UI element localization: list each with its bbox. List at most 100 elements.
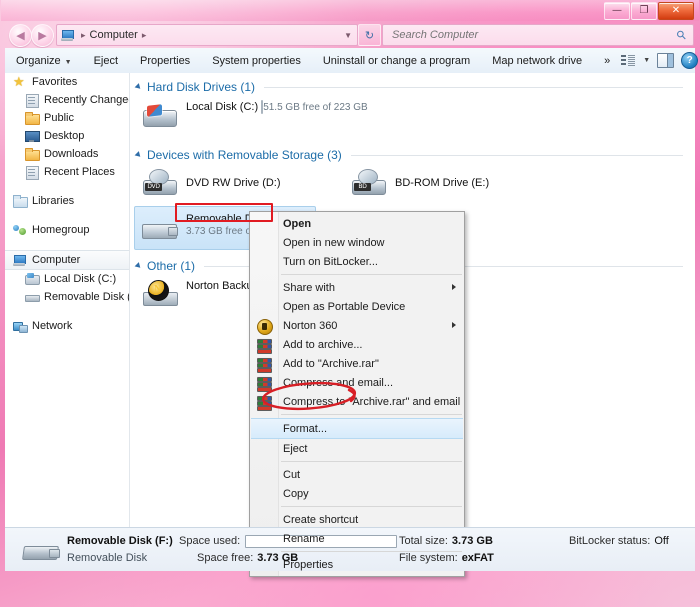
menu-item-label: Norton 360 bbox=[283, 319, 338, 332]
sidebar-item-homegroup[interactable]: Homegroup bbox=[5, 221, 129, 239]
harddisk-icon bbox=[140, 99, 180, 133]
sidebar-item-computer[interactable]: Computer bbox=[5, 250, 129, 270]
sidebar-item-recent-places[interactable]: Recent Places bbox=[5, 163, 129, 181]
sidebar-item-downloads[interactable]: Downloads bbox=[5, 145, 129, 163]
harddisk-icon bbox=[25, 272, 40, 286]
sidebar-item-label: Libraries bbox=[32, 195, 75, 207]
menu-item-cut[interactable]: Cut bbox=[250, 465, 464, 484]
preview-pane-icon[interactable] bbox=[657, 53, 675, 68]
menu-item-norton-360[interactable]: Norton 360 bbox=[250, 316, 464, 335]
menu-item-label: Copy bbox=[283, 487, 309, 500]
menu-item-add-to-archive-rar[interactable]: Add to "Archive.rar" bbox=[250, 354, 464, 373]
group-header-devices-with-removable-storage[interactable]: Devices with Removable Storage (3) bbox=[134, 148, 695, 162]
submenu-arrow-icon bbox=[452, 322, 456, 328]
winrar-icon bbox=[257, 338, 272, 352]
menu-item-eject[interactable]: Eject bbox=[250, 439, 464, 458]
sidebar-item-network[interactable]: Network bbox=[5, 317, 129, 335]
sidebar-item-libraries[interactable]: Libraries bbox=[5, 192, 129, 210]
chevron-down-icon[interactable]: ▼ bbox=[643, 57, 650, 64]
chevron-down-icon: ▼ bbox=[64, 58, 72, 66]
menu-item-share-with[interactable]: Share with bbox=[250, 278, 464, 297]
address-bar[interactable]: ▸ Computer ▸ ▼ bbox=[56, 24, 358, 46]
refresh-icon: ↻ bbox=[364, 29, 375, 42]
toolbar-eject[interactable]: Eject bbox=[84, 51, 128, 71]
menu-separator bbox=[281, 461, 462, 462]
menu-item-label: Share with bbox=[283, 281, 335, 294]
refresh-button[interactable]: ↻ bbox=[358, 24, 381, 46]
close-button[interactable]: ✕ bbox=[658, 2, 694, 20]
folder-icon bbox=[25, 111, 40, 125]
minimize-icon: — bbox=[612, 5, 622, 16]
menu-item-format[interactable]: Format... bbox=[251, 418, 463, 439]
back-button[interactable]: ◀ bbox=[9, 24, 32, 47]
usb-drive-icon bbox=[140, 211, 180, 245]
title-bar[interactable]: — ❐ ✕ bbox=[1, 0, 699, 21]
drive-info: DVD RW Drive (D:) bbox=[186, 167, 281, 197]
sidebar-item-removable-disk-f[interactable]: Removable Disk (F:) bbox=[5, 288, 129, 306]
sidebar-item-label: Homegroup bbox=[32, 224, 90, 236]
menu-item-add-to-archive[interactable]: Add to archive... bbox=[250, 335, 464, 354]
toolbar-uninstall-or-change-a-program[interactable]: Uninstall or change a program bbox=[313, 51, 480, 71]
computer-icon bbox=[13, 253, 27, 267]
sidebar-item-favorites[interactable]: ★ Favorites bbox=[5, 73, 129, 91]
maximize-icon: ❐ bbox=[639, 5, 649, 16]
menu-item-label: Properties bbox=[283, 558, 334, 571]
status-drive-identity: Removable Disk (F:) Removable Disk bbox=[67, 533, 179, 567]
toolbar-overflow-chevron[interactable]: » bbox=[594, 51, 620, 71]
change-view-icon[interactable] bbox=[621, 54, 636, 67]
homegroup-icon bbox=[13, 223, 27, 237]
drive-info: Local Disk (C:) 51.5 GB free of 223 GB bbox=[186, 99, 368, 114]
help-icon[interactable]: ? bbox=[681, 52, 699, 69]
menu-separator bbox=[281, 414, 462, 415]
collapse-arrow-icon[interactable] bbox=[134, 83, 143, 91]
sidebar-item-recently-changed[interactable]: Recently Changed bbox=[5, 91, 129, 109]
star-icon: ★ bbox=[13, 74, 25, 89]
sidebar-item-label: Downloads bbox=[44, 148, 99, 160]
collapse-arrow-icon[interactable] bbox=[134, 262, 143, 270]
drive-tile-bd-rom-e[interactable]: BD BD-ROM Drive (E:) bbox=[343, 162, 495, 206]
norton-icon bbox=[257, 319, 273, 335]
status-bitlocker-spacer bbox=[569, 550, 669, 567]
toolbar-properties[interactable]: Properties bbox=[130, 51, 200, 71]
menu-item-compress-and-email[interactable]: Compress and email... bbox=[250, 373, 464, 392]
search-input[interactable] bbox=[390, 28, 649, 42]
status-bitlocker-row: BitLocker status: Off bbox=[569, 533, 669, 550]
sidebar-item-public[interactable]: Public bbox=[5, 109, 129, 127]
dvd-drive-icon: DVD bbox=[140, 167, 180, 201]
menu-item-open-in-new-window[interactable]: Open in new window bbox=[250, 233, 464, 252]
menu-item-create-shortcut[interactable]: Create shortcut bbox=[250, 510, 464, 529]
sidebar-item-label: Recent Places bbox=[44, 166, 115, 178]
breadcrumb-separator-icon[interactable]: ▸ bbox=[138, 30, 151, 41]
menu-item-compress-to-archive-rar-and-email[interactable]: Compress to "Archive.rar" and email bbox=[250, 392, 464, 411]
menu-item-open-as-portable-device[interactable]: Open as Portable Device bbox=[250, 297, 464, 316]
minimize-button[interactable]: — bbox=[604, 2, 630, 20]
sidebar-item-desktop[interactable]: Desktop bbox=[5, 127, 129, 145]
navigation-pane: ★ Favorites Recently Changed Public Desk… bbox=[5, 73, 130, 527]
toolbar-system-properties[interactable]: System properties bbox=[202, 51, 311, 71]
forward-button[interactable]: ▶ bbox=[31, 24, 54, 47]
menu-item-label: Add to "Archive.rar" bbox=[283, 357, 379, 370]
bd-drive-icon: BD bbox=[349, 167, 389, 201]
menu-item-turn-on-bitlocker[interactable]: Turn on BitLocker... bbox=[250, 252, 464, 271]
breadcrumb-computer[interactable]: Computer bbox=[90, 29, 138, 41]
bd-badge: BD bbox=[354, 183, 371, 191]
context-menu: Open Open in new window Turn on BitLocke… bbox=[249, 211, 465, 577]
toolbar-organize[interactable]: Organize ▼ bbox=[6, 51, 82, 71]
menu-item-properties[interactable]: Properties bbox=[250, 555, 464, 574]
maximize-button[interactable]: ❐ bbox=[631, 2, 657, 20]
chevron-down-icon[interactable]: ▼ bbox=[344, 31, 352, 40]
menu-item-label: Compress to "Archive.rar" and email bbox=[283, 395, 461, 408]
drive-tile-dvd-rw-d[interactable]: DVD DVD RW Drive (D:) bbox=[134, 162, 321, 206]
winrar-icon bbox=[257, 357, 272, 371]
sidebar-item-local-disk-c[interactable]: Local Disk (C:) bbox=[5, 270, 129, 288]
group-header-hard-disk-drives[interactable]: Hard Disk Drives (1) bbox=[134, 80, 695, 94]
collapse-arrow-icon[interactable] bbox=[134, 151, 143, 159]
search-box[interactable]: ⚲ bbox=[382, 24, 694, 46]
status-drive-title: Removable Disk (F:) bbox=[67, 535, 173, 547]
toolbar-label: Organize bbox=[16, 54, 61, 67]
drive-tile-local-disk-c[interactable]: Local Disk (C:) 51.5 GB free of 223 GB bbox=[134, 94, 695, 138]
menu-item-open[interactable]: Open bbox=[250, 214, 464, 233]
toolbar-map-network-drive[interactable]: Map network drive bbox=[482, 51, 592, 71]
menu-item-copy[interactable]: Copy bbox=[250, 484, 464, 503]
menu-item-rename[interactable]: Rename bbox=[250, 529, 464, 548]
